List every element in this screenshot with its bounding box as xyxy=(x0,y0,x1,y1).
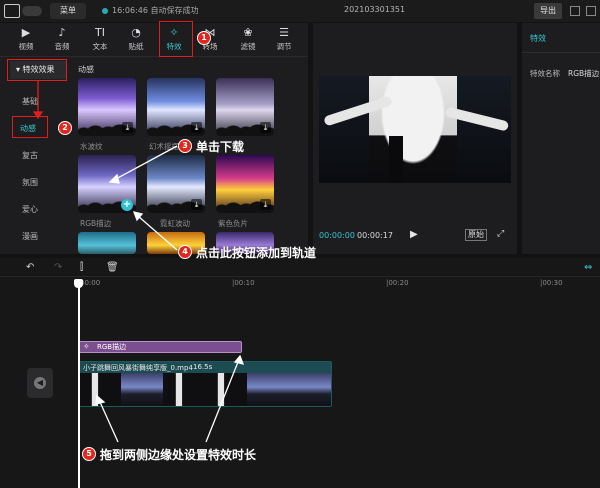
tab-label: 文本 xyxy=(92,42,108,51)
track-audio-toggle[interactable]: ◀ xyxy=(27,368,53,398)
play-icon[interactable]: ▶ xyxy=(410,229,418,240)
download-icon[interactable]: ⤓ xyxy=(260,122,271,133)
effect-label: 水波纹 xyxy=(80,142,103,151)
sidebar-item-retro[interactable]: 复古 xyxy=(22,150,70,161)
effect-label: RGB描边 xyxy=(80,219,112,228)
properties-heading: 特效 xyxy=(530,34,546,43)
video-clip-name: 小子跳舞回风暴街舞纯享版_0.mp4 xyxy=(83,364,193,372)
tab-label: 调节 xyxy=(276,42,292,51)
ruler-label: |00:30 xyxy=(540,279,563,287)
effects-icon: ✧ xyxy=(83,342,90,351)
total-time: 00:00:17 xyxy=(357,231,393,240)
download-icon[interactable]: ⤓ xyxy=(260,199,271,210)
tab-video[interactable]: ▶ 视频 xyxy=(8,23,44,55)
sticker-icon: ◔ xyxy=(131,26,141,39)
callout-add-to-track: 点击此按钮添加到轨道 xyxy=(196,246,317,260)
redo-icon[interactable]: ↷ xyxy=(54,262,62,273)
export-button[interactable]: 导出 xyxy=(534,3,562,19)
effect-thumb-illusion[interactable]: ⤓ xyxy=(147,78,205,136)
sidebar-item-basic[interactable]: 基础 xyxy=(22,96,70,107)
add-to-track-button[interactable]: + xyxy=(121,199,133,211)
playhead-handle[interactable] xyxy=(74,279,83,288)
delete-icon[interactable]: 🗑 xyxy=(106,262,119,273)
sidebar-item-comic[interactable]: 漫画 xyxy=(22,231,70,242)
autosave-status: 16:06:46 自动保存成功 xyxy=(112,6,199,15)
sidebar-item-love[interactable]: 爱心 xyxy=(22,204,70,215)
callout-download: 单击下载 xyxy=(196,140,245,154)
effect-thumb-ripple[interactable]: ⤓ xyxy=(78,78,136,136)
effect-thumb-7[interactable] xyxy=(78,232,136,254)
magnet-icon[interactable]: ⇔ xyxy=(584,262,592,273)
step-badge-3: 3 xyxy=(178,139,192,153)
audio-icon: ♪ xyxy=(58,26,66,39)
split-icon[interactable]: ⫿ xyxy=(80,262,83,273)
tab-label: 视频 xyxy=(18,42,34,51)
properties-panel xyxy=(522,23,600,254)
project-title: 202103301351 xyxy=(344,5,406,14)
video-clip-duration: 16.5s xyxy=(193,363,213,371)
video-icon: ▶ xyxy=(21,26,31,39)
effect-name-value: RGB描边 xyxy=(568,69,600,78)
tab-audio[interactable]: ♪ 音频 xyxy=(44,23,80,55)
window-minimize-icon[interactable] xyxy=(570,6,580,16)
window-maximize-icon[interactable] xyxy=(586,6,596,16)
tab-filter[interactable]: ❀ 滤镜 xyxy=(230,23,266,55)
tab-divider xyxy=(0,56,308,57)
download-icon[interactable]: ⤓ xyxy=(122,122,133,133)
adjust-icon: ☰ xyxy=(279,26,289,39)
step-badge-1: 1 xyxy=(197,31,211,45)
filter-icon: ❀ xyxy=(243,26,253,39)
highlight-effects-tab xyxy=(159,21,193,57)
ruler-label: |00:10 xyxy=(232,279,255,287)
tab-label: 音频 xyxy=(54,42,70,51)
effect-label: 霓虹波动 xyxy=(160,219,190,228)
app-logo-icon xyxy=(4,4,20,18)
effect-label: 紫色负片 xyxy=(218,219,248,228)
section-title: 动感 xyxy=(78,65,94,74)
undo-icon[interactable]: ↶ xyxy=(26,262,34,273)
tab-label: 滤镜 xyxy=(240,42,256,51)
tab-text[interactable]: TI 文本 xyxy=(82,23,118,55)
effect-name-key: 特效名称 xyxy=(530,69,560,78)
step-badge-2: 2 xyxy=(58,121,72,135)
callout-drag-edges: 拖到两侧边缘处设置特效时长 xyxy=(100,448,257,462)
tab-label: 转场 xyxy=(202,42,218,51)
video-preview[interactable] xyxy=(319,76,511,183)
text-icon: TI xyxy=(95,26,105,39)
autosave-dot-icon xyxy=(102,8,108,14)
highlight-sidebar-header xyxy=(7,59,67,81)
effect-thumb-3[interactable]: ⤓ xyxy=(216,78,274,136)
effect-label: 幻术摇摆 xyxy=(149,142,179,151)
top-bar: 菜单 16:06:46 自动保存成功 202103301351 导出 xyxy=(0,0,600,22)
menu-button[interactable]: 菜单 xyxy=(50,3,86,19)
ratio-button[interactable]: 原始 xyxy=(465,229,487,241)
tab-sticker[interactable]: ◔ 贴纸 xyxy=(118,23,154,55)
playhead[interactable] xyxy=(78,280,80,488)
highlight-sidebar-dynamic xyxy=(12,116,48,138)
ruler-label: 00:00 xyxy=(80,279,101,287)
step-badge-5: 5 xyxy=(82,447,96,461)
tab-label: 贴纸 xyxy=(128,42,144,51)
tab-adjust[interactable]: ☰ 调节 xyxy=(266,23,302,55)
properties-divider xyxy=(522,52,600,53)
effect-clip-label: RGB描边 xyxy=(97,343,127,351)
effect-thumb-neon-wave[interactable]: ⤓ xyxy=(147,155,205,213)
step-badge-4: 4 xyxy=(178,245,192,259)
sidebar-item-atmosphere[interactable]: 氛围 xyxy=(22,177,70,188)
effect-clip[interactable]: ✧ RGB描边 xyxy=(78,341,242,353)
speaker-icon: ◀ xyxy=(34,377,46,389)
media-panel xyxy=(0,23,308,254)
current-time: 00:00:00 xyxy=(319,231,355,240)
ruler-label: |00:20 xyxy=(386,279,409,287)
download-icon[interactable]: ⤓ xyxy=(191,199,202,210)
download-icon[interactable]: ⤓ xyxy=(191,122,202,133)
effect-thumb-purple-negative[interactable]: ⤓ xyxy=(216,155,274,213)
timeline-divider xyxy=(0,276,600,277)
account-pill[interactable] xyxy=(22,6,42,16)
fullscreen-icon[interactable]: ⤢ xyxy=(497,229,504,239)
video-clip[interactable]: 小子跳舞回风暴街舞纯享版_0.mp4 16.5s xyxy=(78,361,332,407)
